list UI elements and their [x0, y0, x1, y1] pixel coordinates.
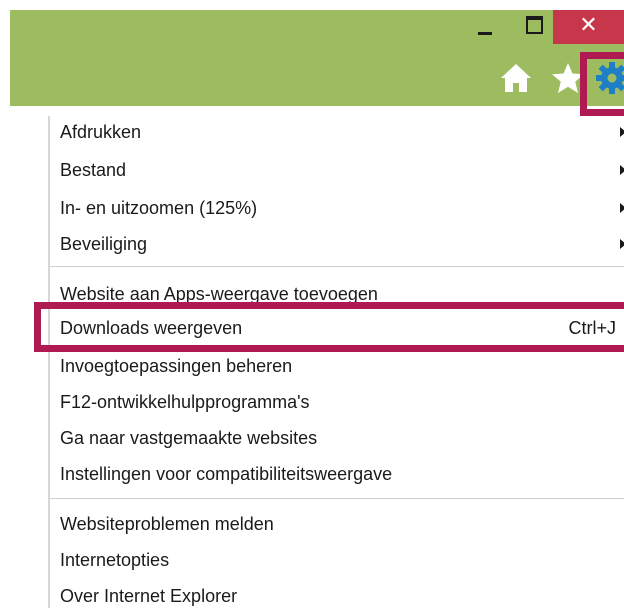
menu-item-afdrukken[interactable]: Afdrukken [60, 116, 624, 148]
home-icon[interactable] [498, 60, 534, 96]
menu-item-label: Ga naar vastgemaakte websites [60, 428, 318, 448]
tools-menu: Afdrukken Bestand In- en uitzoomen (125%… [48, 116, 624, 608]
browser-title-bar: ✕ [10, 10, 624, 106]
submenu-arrow-icon [620, 203, 624, 213]
menu-item-about-ie[interactable]: Over Internet Explorer [60, 580, 624, 612]
menu-item-f12-tools[interactable]: F12-ontwikkelhulpprogramma's [60, 386, 624, 418]
submenu-arrow-icon [620, 127, 624, 137]
menu-item-internet-options[interactable]: Internetopties [60, 544, 624, 576]
menu-item-label: Invoegtoepassingen beheren [60, 356, 293, 376]
gear-highlight-box [580, 52, 624, 116]
maximize-button[interactable] [513, 10, 553, 44]
close-button[interactable]: ✕ [553, 10, 624, 44]
menu-item-report-problems[interactable]: Websiteproblemen melden [60, 508, 624, 540]
submenu-arrow-icon [620, 165, 624, 175]
menu-item-bestand[interactable]: Bestand [60, 154, 624, 186]
menu-separator [50, 266, 624, 267]
menu-item-label: F12-ontwikkelhulpprogramma's [60, 392, 310, 412]
submenu-arrow-icon [620, 239, 624, 249]
menu-item-label: In- en uitzoomen (125%) [60, 198, 258, 218]
menu-item-pinned-sites[interactable]: Ga naar vastgemaakte websites [60, 422, 624, 454]
menu-item-compat-view[interactable]: Instellingen voor compatibiliteitsweerga… [60, 458, 624, 490]
menu-item-add-ons[interactable]: Invoegtoepassingen beheren [60, 350, 624, 382]
menu-item-beveiliging[interactable]: Beveiliging [60, 228, 624, 260]
menu-item-label: Websiteproblemen melden [60, 514, 274, 534]
downloads-highlight-box [34, 302, 624, 352]
menu-item-zoom[interactable]: In- en uitzoomen (125%) [60, 192, 624, 224]
menu-item-label: Afdrukken [60, 122, 142, 142]
menu-item-label: Over Internet Explorer [60, 586, 238, 606]
menu-item-label: Beveiliging [60, 234, 148, 254]
menu-item-label: Bestand [60, 160, 127, 180]
menu-item-label: Internetopties [60, 550, 170, 570]
menu-item-label: Instellingen voor compatibiliteitsweerga… [60, 464, 393, 484]
minimize-button[interactable] [465, 10, 509, 44]
menu-separator [50, 498, 624, 499]
